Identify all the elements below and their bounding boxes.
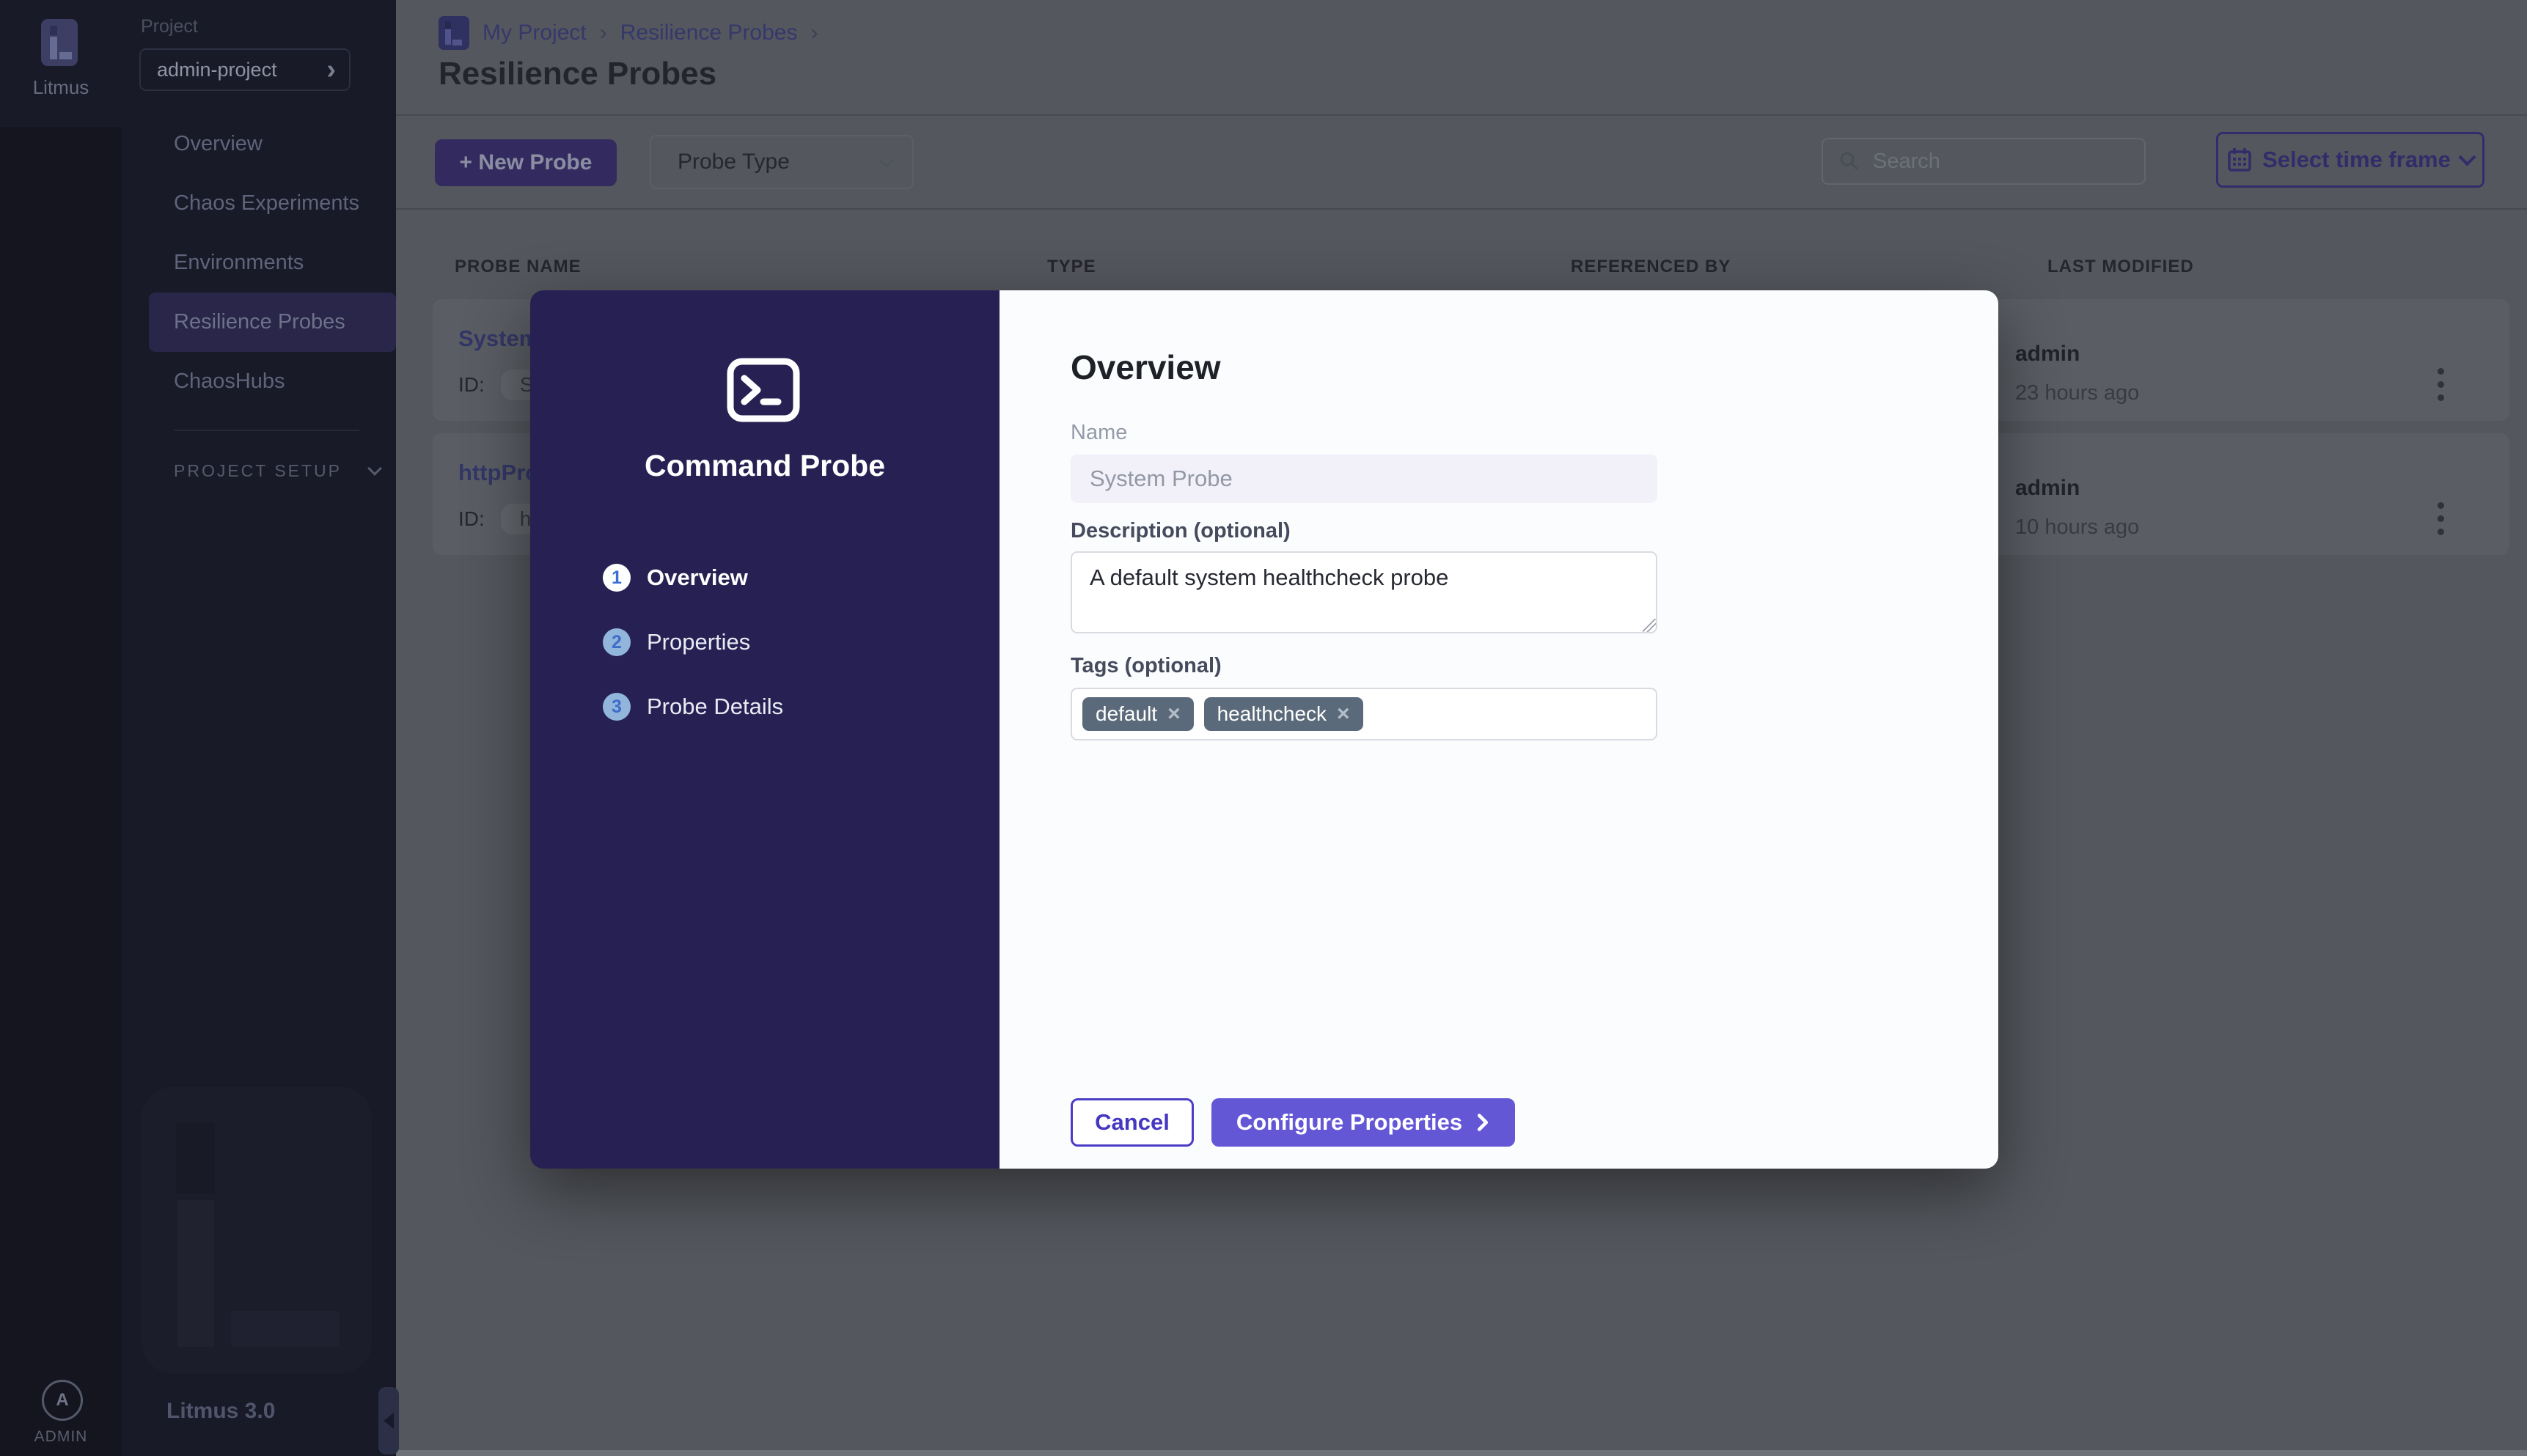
- cancel-button[interactable]: Cancel: [1071, 1098, 1194, 1147]
- breadcrumb-logo-icon: [439, 16, 469, 50]
- terminal-icon: [727, 358, 800, 422]
- sidebar-item-chaos-experiments[interactable]: Chaos Experiments: [122, 174, 396, 233]
- header-divider: [396, 114, 2527, 116]
- wizard-form-panel: Overview Name Description (optional) A d…: [1000, 290, 1998, 1169]
- kebab-menu-icon[interactable]: [2424, 492, 2457, 545]
- project-selector[interactable]: admin-project ›: [139, 48, 351, 91]
- sidebar-item-overview[interactable]: Overview: [122, 114, 396, 174]
- configure-properties-label: Configure Properties: [1236, 1109, 1463, 1135]
- probe-type-label: Probe Type: [678, 150, 790, 174]
- brand-label: Litmus: [32, 76, 89, 98]
- user-avatar[interactable]: A: [42, 1380, 83, 1421]
- search-input[interactable]: [1873, 149, 2115, 174]
- name-label: Name: [1071, 421, 1128, 444]
- user-label: ADMIN: [34, 1428, 88, 1445]
- litmus-watermark-logo: [142, 1087, 372, 1373]
- chevron-right-icon: [1478, 1114, 1489, 1131]
- form-heading: Overview: [1071, 348, 1221, 386]
- chevron-down-icon: [2458, 147, 2476, 166]
- project-setup-label: PROJECT SETUP: [174, 461, 342, 480]
- step-properties[interactable]: 2 Properties: [603, 610, 783, 674]
- new-probe-button[interactable]: + New Probe: [435, 139, 617, 186]
- calendar-icon: [2228, 148, 2251, 172]
- probe-wizard-modal: Command Probe 1 Overview 2 Properties 3 …: [530, 290, 1998, 1169]
- step-label: Overview: [647, 565, 748, 590]
- remove-tag-icon[interactable]: ×: [1337, 703, 1350, 725]
- step-label: Properties: [647, 629, 751, 655]
- probe-type-title: Command Probe: [644, 449, 886, 482]
- probe-name-link[interactable]: System: [458, 326, 539, 352]
- time-frame-button[interactable]: Select time frame: [2216, 132, 2484, 188]
- tags-field[interactable]: default × healthcheck ×: [1071, 688, 1657, 740]
- search-icon: [1840, 152, 1859, 171]
- time-frame-label: Select time frame: [2262, 147, 2451, 172]
- left-rail: Litmus A ADMIN: [0, 0, 122, 1456]
- breadcrumb-link-project[interactable]: My Project: [483, 21, 587, 45]
- step-probe-details[interactable]: 3 Probe Details: [603, 674, 783, 739]
- project-setup-section[interactable]: PROJECT SETUP: [174, 460, 382, 481]
- modified-time: 23 hours ago: [2015, 381, 2140, 405]
- sidebar-item-resilience-probes[interactable]: Resilience Probes: [149, 293, 396, 352]
- project-name: admin-project: [157, 58, 277, 81]
- resize-handle[interactable]: [1643, 619, 1656, 632]
- configure-properties-button[interactable]: Configure Properties: [1211, 1098, 1515, 1147]
- wizard-side-panel: Command Probe 1 Overview 2 Properties 3 …: [530, 290, 1000, 1169]
- column-header-last-modified: LAST MODIFIED: [2047, 257, 2194, 276]
- modified-time: 10 hours ago: [2015, 515, 2140, 539]
- page-title: Resilience Probes: [439, 56, 717, 92]
- breadcrumb-separator: ›: [599, 21, 607, 45]
- probe-name-link[interactable]: httpPro: [458, 460, 539, 486]
- sidebar-item-environments[interactable]: Environments: [122, 233, 396, 293]
- breadcrumb: My Project › Resilience Probes ›: [439, 16, 818, 50]
- modified-by: admin: [2015, 476, 2080, 500]
- litmus-logo-icon: [41, 19, 78, 66]
- step-label: Probe Details: [647, 694, 784, 719]
- tag-text: default: [1096, 702, 1158, 725]
- tag-chip: healthcheck ×: [1203, 697, 1363, 731]
- column-header-type: TYPE: [1047, 257, 1096, 276]
- wizard-steps: 1 Overview 2 Properties 3 Probe Details: [603, 545, 783, 739]
- chevron-down-icon: [878, 152, 895, 168]
- toolbar-divider: [396, 208, 2527, 210]
- horizontal-scrollbar[interactable]: [396, 1450, 2527, 1456]
- step-number: 3: [603, 693, 631, 721]
- logo-tile[interactable]: Litmus: [0, 0, 122, 127]
- probe-type-select[interactable]: Probe Type: [650, 135, 914, 189]
- name-field[interactable]: [1071, 455, 1657, 503]
- remove-tag-icon[interactable]: ×: [1167, 703, 1181, 725]
- column-header-probe-name: PROBE NAME: [455, 257, 582, 276]
- step-number: 2: [603, 628, 631, 656]
- description-field[interactable]: A default system healthcheck probe: [1071, 551, 1657, 633]
- sidebar-collapse-button[interactable]: [378, 1387, 399, 1455]
- sidebar-nav: Overview Chaos Experiments Environments …: [122, 114, 396, 411]
- tags-label: Tags (optional): [1071, 654, 1222, 677]
- project-label: Project: [141, 16, 198, 37]
- version-label: Litmus 3.0: [166, 1399, 276, 1423]
- tag-text: healthcheck: [1217, 702, 1327, 725]
- breadcrumb-link-probes[interactable]: Resilience Probes: [620, 21, 798, 45]
- tag-chip: default ×: [1082, 697, 1194, 731]
- step-number: 1: [603, 564, 631, 592]
- breadcrumb-separator: ›: [810, 21, 818, 45]
- kebab-menu-icon[interactable]: [2424, 358, 2457, 411]
- probe-id-label: ID:: [458, 507, 485, 530]
- probe-id-label: ID:: [458, 373, 485, 396]
- step-overview[interactable]: 1 Overview: [603, 545, 783, 610]
- chevron-down-icon: [367, 460, 382, 476]
- description-label: Description (optional): [1071, 519, 1291, 543]
- sidebar: Project admin-project › Overview Chaos E…: [122, 0, 396, 1456]
- sidebar-divider: [174, 430, 359, 431]
- collapse-arrow-icon: [384, 1413, 394, 1429]
- search-box[interactable]: [1822, 138, 2146, 185]
- column-header-referenced-by: REFERENCED BY: [1571, 257, 1731, 276]
- sidebar-item-chaoshubs[interactable]: ChaosHubs: [122, 352, 396, 411]
- modified-by: admin: [2015, 342, 2080, 366]
